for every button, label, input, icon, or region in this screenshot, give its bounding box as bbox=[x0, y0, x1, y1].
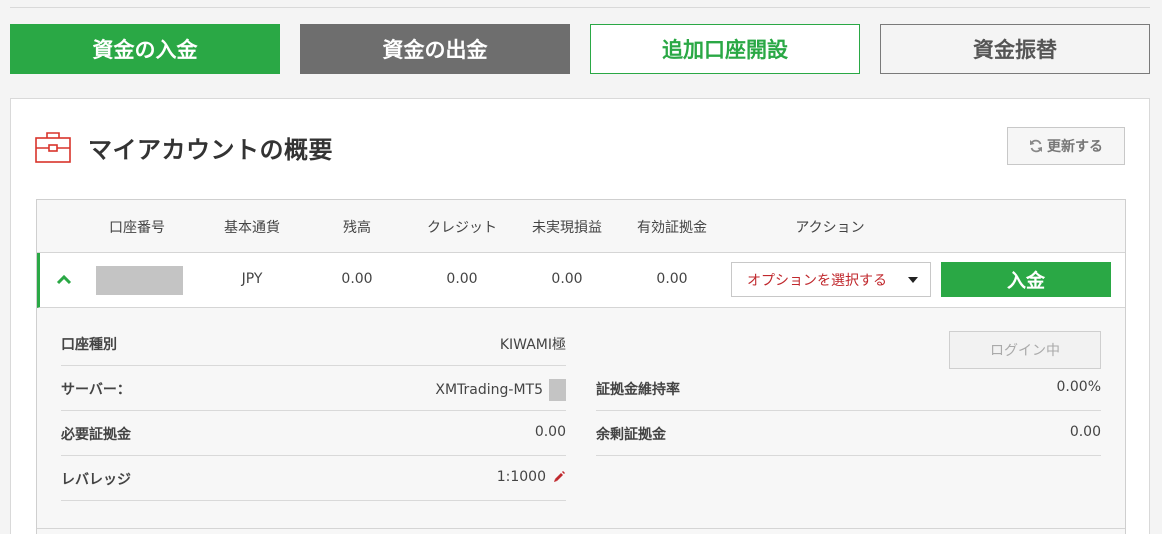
server-redacted bbox=[549, 379, 566, 401]
table-row: JPY 0.00 0.00 0.00 0.00 オプションを選択する 入金 bbox=[37, 253, 1125, 308]
detail-required-margin: 必要証拠金 0.00 bbox=[61, 411, 566, 456]
table-header: 口座番号 基本通貨 残高 クレジット 未実現損益 有効証拠金 アクション bbox=[37, 200, 1125, 253]
cell-credit: 0.00 bbox=[446, 271, 478, 287]
refresh-button[interactable]: 更新する bbox=[1007, 127, 1125, 165]
required-margin-label: 必要証拠金 bbox=[61, 427, 131, 443]
withdraw-funds-button[interactable]: 資金の出金 bbox=[300, 24, 570, 74]
accounts-table: 口座番号 基本通貨 残高 クレジット 未実現損益 有効証拠金 アクション JPY… bbox=[36, 199, 1126, 534]
detail-leverage: レバレッジ 1:1000 bbox=[61, 456, 566, 501]
account-overview-panel: マイアカウントの概要 更新する 口座番号 基本通貨 残高 クレジット 未実現損益… bbox=[10, 98, 1150, 534]
cell-equity: 0.00 bbox=[656, 271, 688, 287]
pencil-icon[interactable] bbox=[552, 470, 566, 484]
required-margin-value: 0.00 bbox=[534, 424, 566, 440]
action-select[interactable]: オプションを選択する bbox=[731, 262, 931, 297]
margin-level-label: 証拠金維持率 bbox=[596, 382, 680, 398]
top-divider bbox=[10, 7, 1150, 8]
page-title: マイアカウントの概要 bbox=[88, 136, 333, 164]
leverage-label: レバレッジ bbox=[61, 472, 131, 488]
table-bottom-divider bbox=[37, 528, 1125, 529]
refresh-icon bbox=[1030, 139, 1042, 153]
open-additional-account-button[interactable]: 追加口座開設 bbox=[590, 24, 860, 74]
login-status-button[interactable]: ログイン中 bbox=[949, 331, 1101, 369]
server-value: XMTrading-MT5 bbox=[435, 382, 543, 398]
detail-server: サーバー： XMTrading-MT5 bbox=[61, 366, 566, 411]
detail-free-margin: 余剰証拠金 0.00 bbox=[596, 411, 1101, 456]
server-value-wrap: XMTrading-MT5 bbox=[435, 379, 566, 401]
cell-unrealized-pl: 0.00 bbox=[551, 271, 583, 287]
detail-margin-level: 証拠金維持率 0.00% bbox=[596, 366, 1101, 411]
account-details: 口座種別 KIWAMI極 サーバー： XMTrading-MT5 必要証拠金 0… bbox=[37, 309, 1125, 529]
account-type-value: KIWAMI極 bbox=[499, 337, 566, 353]
free-margin-value: 0.00 bbox=[1069, 424, 1101, 440]
transfer-funds-button[interactable]: 資金振替 bbox=[880, 24, 1150, 74]
action-select-value: オプションを選択する bbox=[747, 272, 887, 289]
account-number-redacted bbox=[96, 266, 183, 295]
margin-level-value: 0.00% bbox=[1056, 379, 1101, 395]
header-account-number: 口座番号 bbox=[109, 220, 165, 236]
deposit-funds-button[interactable]: 資金の入金 bbox=[10, 24, 280, 74]
header-equity: 有効証拠金 bbox=[637, 220, 707, 236]
caret-down-icon bbox=[908, 277, 918, 283]
header-credit: クレジット bbox=[427, 220, 497, 236]
leverage-value-wrap: 1:1000 bbox=[497, 469, 566, 485]
chevron-up-icon[interactable] bbox=[54, 269, 74, 289]
refresh-label: 更新する bbox=[1047, 139, 1103, 155]
cell-balance: 0.00 bbox=[341, 271, 373, 287]
header-action: アクション bbox=[795, 220, 865, 236]
cell-currency: JPY bbox=[241, 271, 263, 287]
header-balance: 残高 bbox=[343, 220, 371, 236]
briefcase-icon bbox=[35, 132, 71, 163]
server-label: サーバー： bbox=[61, 382, 131, 398]
free-margin-label: 余剰証拠金 bbox=[596, 427, 666, 443]
header-unrealized-pl: 未実現損益 bbox=[532, 220, 602, 236]
account-type-label: 口座種別 bbox=[61, 337, 117, 353]
detail-account-type: 口座種別 KIWAMI極 bbox=[61, 321, 566, 366]
header-base-currency: 基本通貨 bbox=[224, 220, 280, 236]
row-deposit-button[interactable]: 入金 bbox=[941, 262, 1111, 297]
leverage-value: 1:1000 bbox=[496, 469, 546, 485]
